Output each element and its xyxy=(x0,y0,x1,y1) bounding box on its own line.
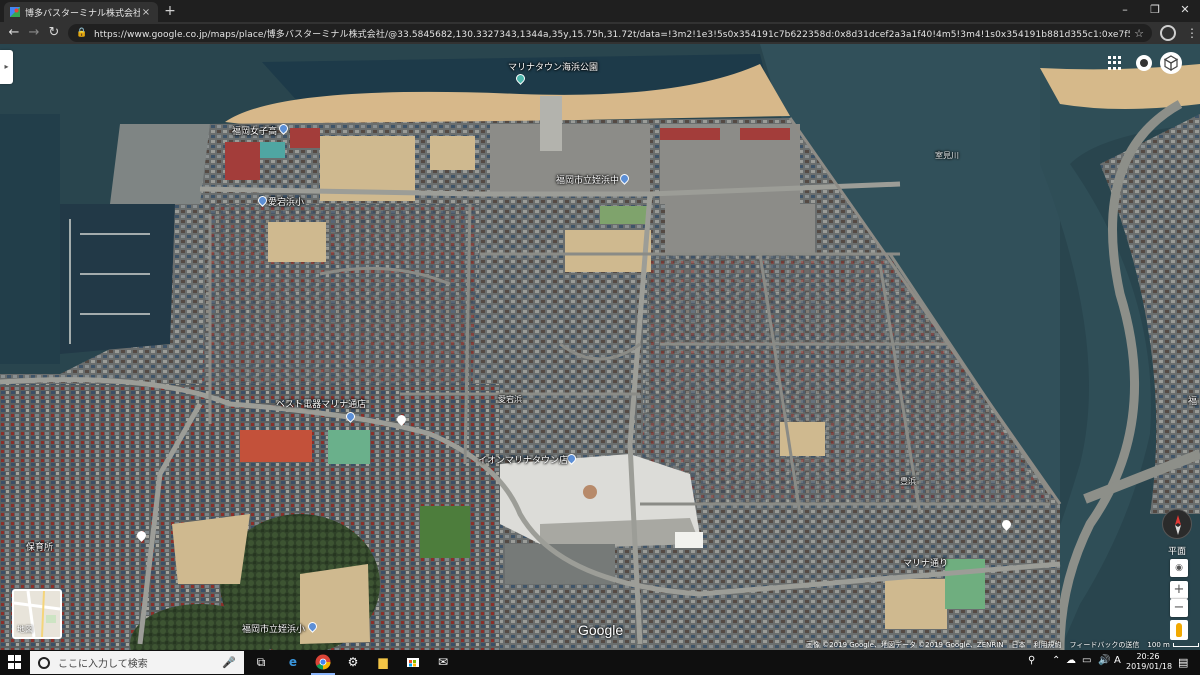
poi-label-park[interactable]: マリナタウン海浜公園 xyxy=(508,60,598,73)
store-icon[interactable] xyxy=(404,654,422,671)
clock-time: 20:26 xyxy=(1136,652,1160,661)
task-view-icon[interactable]: ⧉ xyxy=(252,654,270,671)
edge-browser-icon[interactable]: e xyxy=(284,654,302,671)
tray-chevron-icon[interactable]: ⌃ xyxy=(1052,655,1060,666)
tab-title: 博多バスターミナル株式会社 - Goog xyxy=(25,8,140,19)
poi-label-marina-street: マリナ通り xyxy=(903,559,949,569)
onedrive-icon[interactable]: ☁ xyxy=(1066,655,1076,666)
google-maps-favicon-icon xyxy=(10,7,20,17)
search-placeholder: ここに入力して検索 xyxy=(58,659,148,670)
map-attribution-bar: 画像 ©2019 Google、地図データ ©2019 Google、ZENRI… xyxy=(806,640,1199,650)
new-tab-button[interactable]: + xyxy=(162,3,178,19)
my-location-button[interactable]: ◉ xyxy=(1170,559,1188,577)
map-viewport[interactable]: ▸ マリナタウン海浜公園 福岡女子高 室見川 福岡市立姪浜中 愛宕浜小 ベスト電… xyxy=(0,44,1200,650)
poi-label-mall[interactable]: イオンマリナタウン店 xyxy=(478,453,568,466)
poi-label-edge: 福 xyxy=(1188,397,1198,407)
map-layer-switcher[interactable]: 地図 xyxy=(12,589,62,639)
url-text: https://www.google.co.jp/maps/place/博多バス… xyxy=(94,29,1131,40)
3d-view-cube-icon[interactable] xyxy=(1160,52,1182,74)
browser-tab-bar: 博多バスターミナル株式会社 - Goog × + – ❐ ✕ xyxy=(0,0,1200,22)
browser-toolbar: ← → ↻ 🔒 https://www.google.co.jp/maps/pl… xyxy=(0,22,1200,44)
poi-label-nursery[interactable]: 保育所 xyxy=(26,540,53,553)
mail-icon[interactable]: ✉ xyxy=(434,654,452,671)
poi-label-elementary-2[interactable]: 福岡市立姪浜小 xyxy=(242,622,305,635)
poi-label-middle-school[interactable]: 福岡市立姪浜中 xyxy=(556,173,619,186)
compass-needle-icon xyxy=(1175,515,1181,535)
network-icon[interactable]: ▭ xyxy=(1082,655,1091,666)
compass-button[interactable] xyxy=(1162,509,1192,539)
chrome-icon[interactable] xyxy=(311,654,335,675)
back-button[interactable]: ← xyxy=(6,25,22,41)
chrome-logo-icon xyxy=(315,654,331,670)
poi-label-river: 室見川 xyxy=(935,151,959,160)
volume-icon[interactable]: 🔊 xyxy=(1098,655,1110,666)
forward-button[interactable]: → xyxy=(26,25,42,41)
steam-icon[interactable]: ⚙ xyxy=(344,654,362,671)
tab-close-icon[interactable]: × xyxy=(140,7,152,18)
people-icon[interactable]: ⚲ xyxy=(1028,655,1035,666)
cube-glyph-icon xyxy=(1163,55,1179,72)
close-window-button[interactable]: ✕ xyxy=(1170,0,1200,22)
poi-label-atagohama: 愛宕浜 xyxy=(498,395,522,404)
microphone-icon[interactable]: 🎤 xyxy=(222,656,236,669)
terms-link[interactable]: 利用規約 xyxy=(1034,640,1062,650)
ime-indicator[interactable]: A xyxy=(1114,655,1121,666)
zoom-in-button[interactable]: + xyxy=(1170,581,1188,599)
zoom-out-button[interactable]: − xyxy=(1170,599,1188,617)
lock-icon: 🔒 xyxy=(76,28,88,38)
poi-label-electronics-store[interactable]: ベスト電器マリナ通店 xyxy=(276,397,366,410)
tilt-toggle-button[interactable]: 平面 xyxy=(1162,544,1192,557)
country-link[interactable]: 日本 xyxy=(1012,640,1026,650)
poi-label-toyohama: 豊浜 xyxy=(900,477,916,486)
taskbar-clock[interactable]: 20:26 2019/01/18 xyxy=(1126,652,1173,672)
poi-label-girls-school[interactable]: 福岡女子高 xyxy=(232,124,277,137)
store-bag-icon xyxy=(407,658,419,667)
browser-tab[interactable]: 博多バスターミナル株式会社 - Goog × xyxy=(4,2,158,22)
google-logo: Google xyxy=(578,622,624,638)
file-explorer-icon[interactable]: ▆ xyxy=(374,654,392,671)
windows-taskbar: ここに入力して検索 🎤 ⧉ e ⚙ ▆ ✉ ⚲ ⌃ ☁ ▭ 🔊 A 20:26 … xyxy=(0,650,1200,675)
account-avatar-icon[interactable] xyxy=(1136,55,1152,71)
address-bar[interactable]: 🔒 https://www.google.co.jp/maps/place/博多… xyxy=(68,24,1152,42)
feedback-link[interactable]: フィードバックの送信 xyxy=(1070,640,1140,650)
scale-bar-graphic xyxy=(1172,643,1199,647)
action-center-icon[interactable]: ▤ xyxy=(1178,656,1188,669)
imagery-attribution: 画像 ©2019 Google、地図データ ©2019 Google、ZENRI… xyxy=(806,641,1004,649)
windows-start-icon[interactable] xyxy=(8,655,22,669)
poi-label-elementary[interactable]: 愛宕浜小 xyxy=(268,195,304,208)
satellite-imagery[interactable] xyxy=(0,44,1200,650)
layer-label: 地図 xyxy=(17,625,33,634)
scale-bar[interactable]: 100 m xyxy=(1147,641,1199,649)
taskbar-search-box[interactable]: ここに入力して検索 🎤 xyxy=(30,651,244,674)
street-view-pegman-icon[interactable] xyxy=(1170,620,1188,640)
browser-menu-icon[interactable]: ⋮ xyxy=(1186,25,1198,41)
extension-icon[interactable] xyxy=(1160,25,1176,41)
reload-button[interactable]: ↻ xyxy=(46,25,62,41)
minimize-button[interactable]: – xyxy=(1110,0,1140,22)
maximize-button[interactable]: ❐ xyxy=(1140,0,1170,22)
google-apps-icon[interactable] xyxy=(1108,56,1122,70)
cortana-icon xyxy=(38,656,50,669)
scale-label: 100 m xyxy=(1147,641,1170,649)
bookmark-star-icon[interactable]: ☆ xyxy=(1134,27,1144,40)
side-panel-toggle-button[interactable]: ▸ xyxy=(0,50,13,84)
clock-date: 2019/01/18 xyxy=(1126,662,1173,671)
